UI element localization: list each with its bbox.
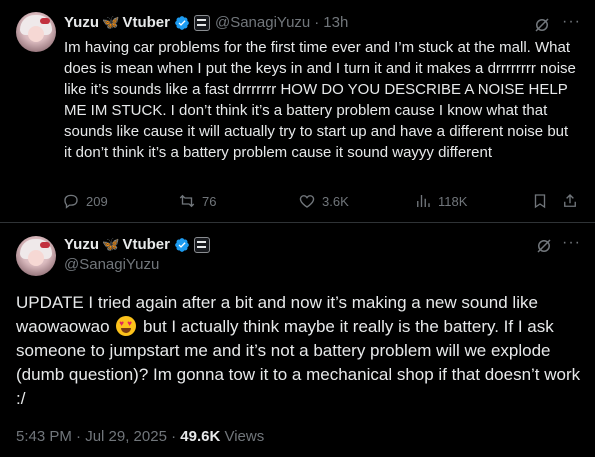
repost-button[interactable]: 76 [178, 192, 216, 210]
tweet2-author-name[interactable]: Yuzu [64, 236, 99, 253]
tweet2-views-label: Views [224, 428, 265, 445]
tweet2-meta: 5:43 PM · Jul 29, 2025 · 49.6K Views [16, 428, 264, 445]
grok-icon[interactable] [533, 16, 551, 34]
views-button[interactable]: 118K [414, 192, 467, 210]
verified-badge-icon[interactable] [174, 15, 190, 31]
reply-count: 209 [86, 193, 108, 209]
repost-count: 76 [202, 193, 217, 209]
bookmark-icon [534, 194, 546, 209]
share-button[interactable] [561, 192, 585, 210]
affiliate-badge-icon[interactable] [193, 14, 210, 31]
affiliate-badge-icon[interactable] [193, 236, 210, 253]
more-icon[interactable]: ··· [562, 13, 581, 31]
tweet2-header: Yuzu 🦋 Vtuber [64, 236, 210, 253]
tweet1-author-name[interactable]: Yuzu [64, 14, 99, 31]
tweet1-action-bar: 209 76 3.6K 118K [60, 192, 585, 212]
verified-badge-icon[interactable] [174, 237, 190, 253]
butterfly-icon: 🦋 [102, 236, 120, 252]
share-icon [564, 194, 576, 207]
tweet2-text: UPDATE I tried again after a bit and now… [16, 291, 586, 411]
tweet1-avatar[interactable] [16, 12, 56, 52]
like-button[interactable]: 3.6K [298, 192, 349, 210]
separator-dot: · [314, 14, 320, 31]
tweet-divider [0, 222, 595, 223]
grok-icon[interactable] [535, 237, 553, 255]
tweet1-handle[interactable]: @SanagiYuzu [215, 14, 310, 31]
views-count: 118K [438, 193, 468, 209]
tweet1-time[interactable]: 13h [323, 14, 348, 31]
separator-dot: · [171, 428, 181, 445]
tweet1-header: Yuzu 🦋 Vtuber @SanagiYuzu · 13h [64, 14, 348, 31]
repost-icon [179, 194, 195, 208]
tweet2-views-count: 49.6K [180, 428, 221, 445]
butterfly-icon: 🦋 [102, 14, 120, 30]
views-chart-icon [417, 195, 430, 207]
more-icon[interactable]: ··· [562, 234, 581, 252]
reply-button[interactable]: 209 [62, 192, 108, 210]
like-count: 3.6K [322, 193, 349, 209]
tweet2-handle[interactable]: @SanagiYuzu [64, 256, 159, 273]
tweet2-author-name-suffix[interactable]: Vtuber [122, 236, 170, 253]
tweet1-author-name-suffix[interactable]: Vtuber [122, 14, 170, 31]
bookmark-button[interactable] [531, 192, 555, 210]
heart-icon [299, 195, 315, 208]
reply-icon [64, 194, 78, 209]
tweet2-avatar[interactable] [16, 236, 56, 276]
heart-eyes-emoji-icon: ♥ ♥ [116, 316, 137, 336]
tweet1-text: Im having car problems for the first tim… [64, 39, 576, 161]
tweet2-timestamp[interactable]: 5:43 PM · Jul 29, 2025 [16, 428, 167, 445]
